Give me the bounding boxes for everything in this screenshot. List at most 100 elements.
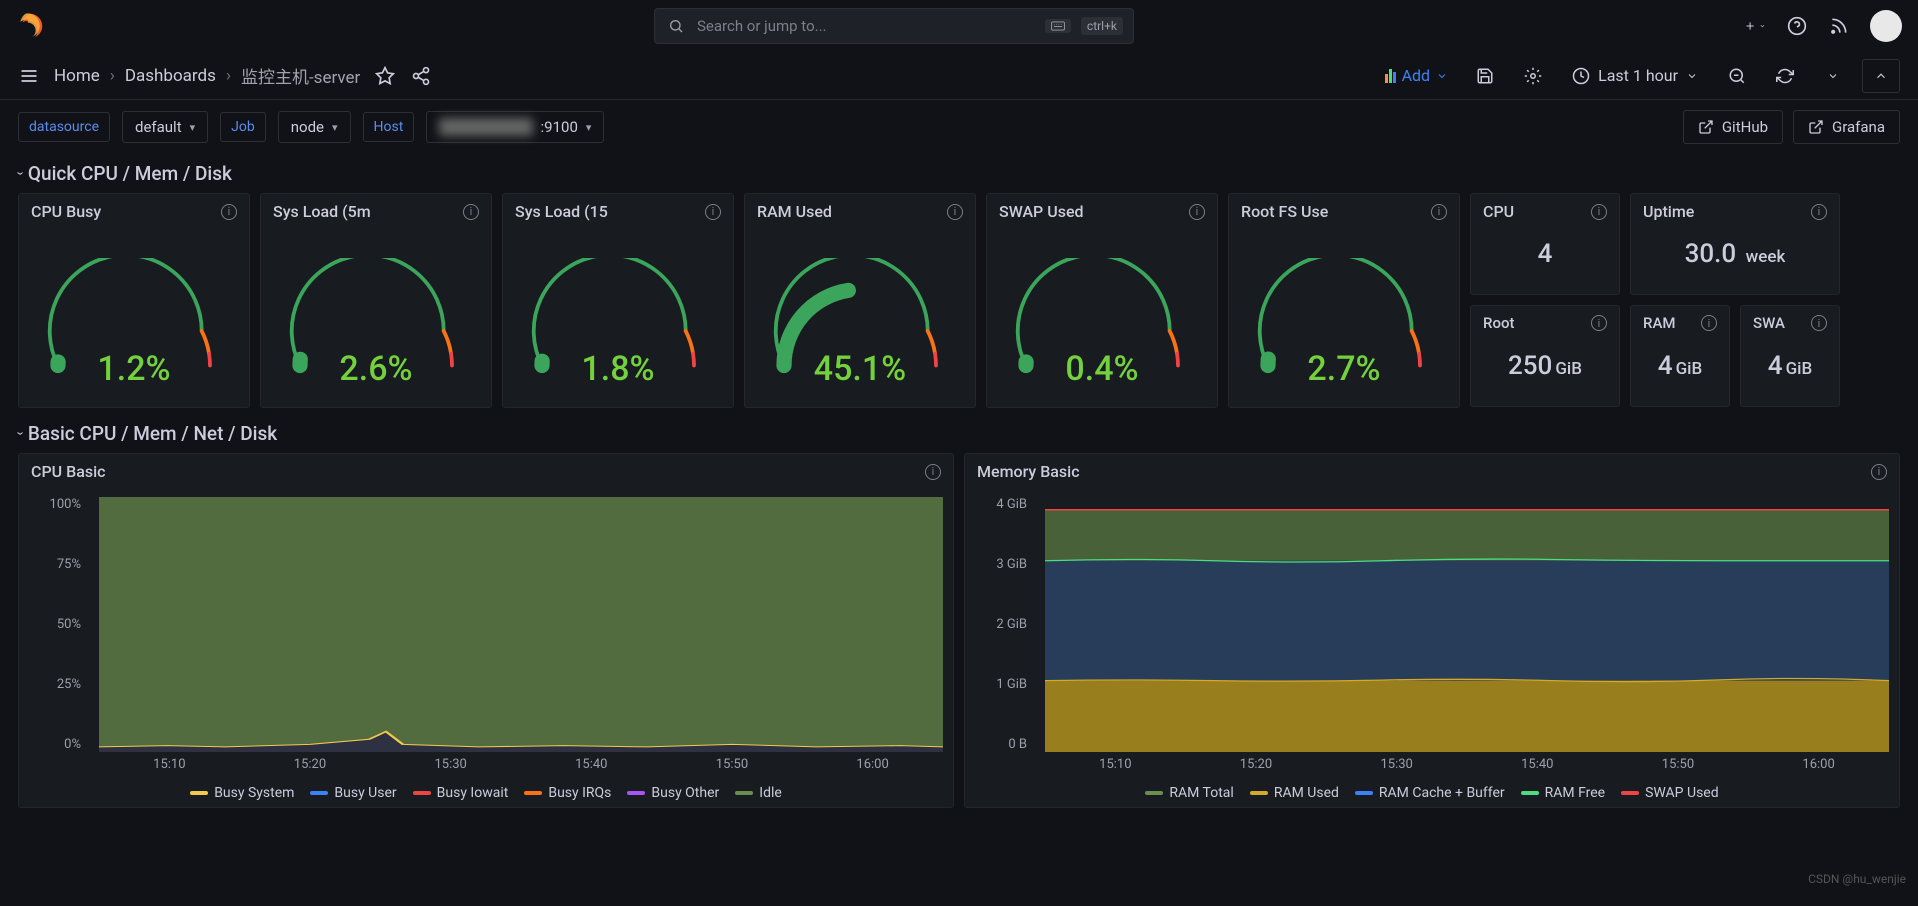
- legend-item[interactable]: Idle: [735, 785, 782, 801]
- panel-sys-load-15[interactable]: Sys Load (15i 1.8%: [502, 193, 734, 408]
- panel-uptime[interactable]: Uptimei 30.0 week: [1630, 193, 1840, 295]
- chart-area-memory: [1045, 497, 1889, 752]
- info-icon[interactable]: i: [705, 204, 721, 220]
- search-box[interactable]: Search or jump to... ctrl+k: [654, 8, 1134, 44]
- x-axis: 15:1015:2015:3015:4015:5016:00: [1045, 757, 1889, 772]
- search-placeholder: Search or jump to...: [697, 17, 1035, 35]
- avatar[interactable]: [1870, 10, 1902, 42]
- legend-memory: RAM Total RAM Used RAM Cache + Buffer RAM F…: [975, 785, 1889, 801]
- var-host-select[interactable]: xxxxx:9100▾: [426, 111, 604, 143]
- breadcrumb-current[interactable]: 监控主机-server: [241, 63, 360, 88]
- add-label: Add: [1402, 66, 1430, 85]
- var-job-select[interactable]: node▾: [278, 111, 351, 143]
- row-quick-title[interactable]: › Quick CPU / Mem / Disk: [0, 154, 1918, 193]
- var-datasource-label[interactable]: datasource: [18, 112, 110, 142]
- x-axis: 15:1015:2015:3015:4015:5016:00: [99, 757, 943, 772]
- refresh-dropdown-icon[interactable]: [1814, 59, 1852, 93]
- chevron-down-icon: ▾: [586, 121, 592, 134]
- legend-item[interactable]: RAM Total: [1145, 785, 1233, 801]
- dashboard-links: GitHub Grafana: [1683, 110, 1900, 144]
- chevron-down-icon: ▾: [190, 121, 196, 134]
- search-shortcut: ctrl+k: [1081, 17, 1123, 35]
- info-icon[interactable]: i: [947, 204, 963, 220]
- rss-icon[interactable]: [1828, 15, 1850, 37]
- var-datasource-select[interactable]: default▾: [122, 111, 208, 143]
- plus-icon[interactable]: [1744, 15, 1766, 37]
- info-icon[interactable]: i: [1431, 204, 1447, 220]
- chevron-right-icon: ›: [226, 66, 231, 86]
- basic-charts-row: CPU Basici 100%75%50%25%0% 15:1015:2015:…: [0, 453, 1918, 808]
- legend-item[interactable]: RAM Used: [1250, 785, 1339, 801]
- time-range-label: Last 1 hour: [1598, 66, 1678, 85]
- panel-cpu-busy[interactable]: CPU Busyi 1.2%: [18, 193, 250, 408]
- save-icon[interactable]: [1466, 59, 1504, 93]
- info-icon[interactable]: i: [1591, 204, 1607, 220]
- search-keyboard-icon: [1045, 19, 1071, 33]
- info-icon[interactable]: i: [1189, 204, 1205, 220]
- legend-item[interactable]: RAM Free: [1521, 785, 1605, 801]
- panel-memory-basic[interactable]: Memory Basici 4 GiB3 GiB2 GiB1 GiB0 B 15…: [964, 453, 1900, 808]
- chevron-down-icon: ›: [12, 172, 27, 176]
- breadcrumb-home[interactable]: Home: [54, 66, 100, 86]
- help-icon[interactable]: [1786, 15, 1808, 37]
- chevron-down-icon: ›: [12, 432, 27, 436]
- header-actions: Add Last 1 hour: [1377, 59, 1900, 93]
- settings-icon[interactable]: [1514, 59, 1552, 93]
- share-icon[interactable]: [410, 65, 432, 87]
- info-icon[interactable]: i: [925, 464, 941, 480]
- panel-swap-used[interactable]: SWAP Usedi 0.4%: [986, 193, 1218, 408]
- grafana-link[interactable]: Grafana: [1793, 110, 1900, 144]
- chevron-right-icon: ›: [110, 66, 115, 86]
- legend-item[interactable]: Busy Other: [627, 785, 719, 801]
- chart-area-cpu: [99, 497, 943, 752]
- legend-item[interactable]: Busy System: [190, 785, 294, 801]
- panel-swap-size[interactable]: SWAi 4GiB: [1740, 305, 1840, 407]
- info-icon[interactable]: i: [1871, 464, 1887, 480]
- legend-cpu: Busy System Busy User Busy Iowait Busy IRQs…: [29, 785, 943, 801]
- top-actions: [1744, 10, 1902, 42]
- info-icon[interactable]: i: [1811, 204, 1827, 220]
- add-button[interactable]: Add: [1377, 62, 1456, 89]
- row-basic-title[interactable]: › Basic CPU / Mem / Net / Disk: [0, 414, 1918, 453]
- info-icon[interactable]: i: [221, 204, 237, 220]
- zoom-out-icon[interactable]: [1718, 59, 1756, 93]
- top-bar: Search or jump to... ctrl+k: [0, 0, 1918, 52]
- legend-item[interactable]: RAM Cache + Buffer: [1355, 785, 1505, 801]
- variables-row: datasource default▾ Job node▾ Host xxxxx…: [0, 100, 1918, 154]
- legend-item[interactable]: SWAP Used: [1621, 785, 1719, 801]
- breadcrumb: Home › Dashboards › 监控主机-server: [54, 63, 360, 88]
- search-icon: [665, 15, 687, 37]
- info-icon[interactable]: i: [1811, 315, 1827, 331]
- panel-cpu-basic[interactable]: CPU Basici 100%75%50%25%0% 15:1015:2015:…: [18, 453, 954, 808]
- legend-item[interactable]: Busy Iowait: [413, 785, 509, 801]
- panel-ram-used[interactable]: RAM Usedi 45.1%: [744, 193, 976, 408]
- info-icon[interactable]: i: [463, 204, 479, 220]
- y-axis: 4 GiB3 GiB2 GiB1 GiB0 B: [975, 497, 1035, 752]
- var-host-label[interactable]: Host: [363, 112, 415, 142]
- chevron-down-icon: ▾: [332, 121, 338, 134]
- panel-cpu-cores[interactable]: CPUi 4: [1470, 193, 1620, 295]
- collapse-icon[interactable]: [1862, 59, 1900, 93]
- panel-icon: [1385, 69, 1396, 83]
- legend-item[interactable]: Busy User: [310, 785, 396, 801]
- panel-root-fs[interactable]: Root FS Usei 2.7%: [1228, 193, 1460, 408]
- sub-header: Home › Dashboards › 监控主机-server Add Last…: [0, 52, 1918, 100]
- grafana-logo[interactable]: [16, 12, 44, 40]
- github-link[interactable]: GitHub: [1683, 110, 1783, 144]
- info-icon[interactable]: i: [1591, 315, 1607, 331]
- host-blurred: xxxxx: [439, 118, 532, 136]
- panel-root-size[interactable]: Rooti 250GiB: [1470, 305, 1620, 407]
- y-axis: 100%75%50%25%0%: [29, 497, 89, 752]
- watermark: CSDN @hu_wenjie: [1808, 872, 1906, 886]
- quick-panels-row: CPU Busyi 1.2% Sys Load (5mi 2.6% Sys Lo…: [0, 193, 1918, 408]
- legend-item[interactable]: Busy IRQs: [524, 785, 611, 801]
- breadcrumb-dashboards[interactable]: Dashboards: [125, 66, 216, 86]
- info-icon[interactable]: i: [1701, 315, 1717, 331]
- time-picker[interactable]: Last 1 hour: [1562, 62, 1708, 89]
- star-icon[interactable]: [374, 65, 396, 87]
- menu-toggle-icon[interactable]: [18, 65, 40, 87]
- var-job-label[interactable]: Job: [220, 112, 266, 142]
- refresh-icon[interactable]: [1766, 59, 1804, 93]
- panel-ram-size[interactable]: RAMi 4GiB: [1630, 305, 1730, 407]
- panel-sys-load-5[interactable]: Sys Load (5mi 2.6%: [260, 193, 492, 408]
